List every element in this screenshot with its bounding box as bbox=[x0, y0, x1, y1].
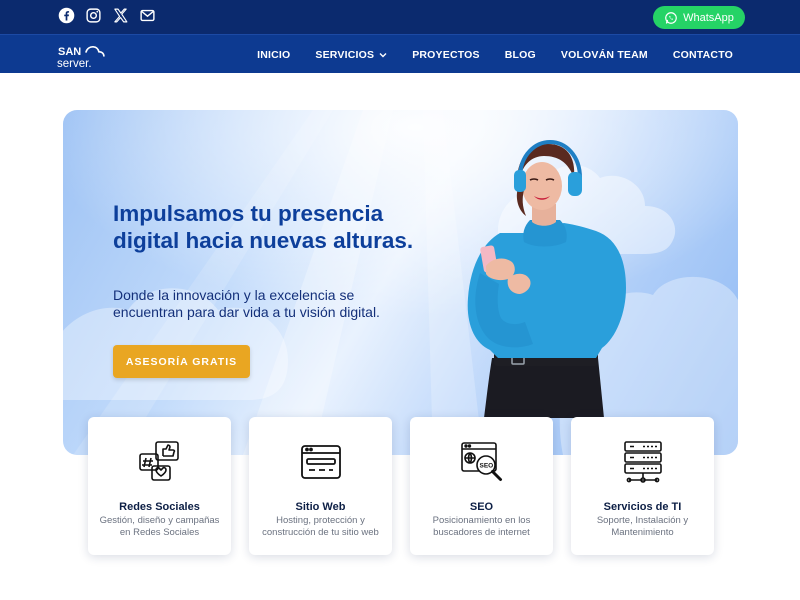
service-title: Servicios de TI bbox=[603, 501, 682, 513]
hero-subtitle: Donde la innovación y la excelencia se e… bbox=[113, 287, 380, 320]
service-title: SEO bbox=[469, 501, 494, 513]
main-nav: INICIO SERVICIOS PROYECTOS BLOG VOLOVÁN … bbox=[257, 35, 733, 74]
svg-text:SAN: SAN bbox=[58, 46, 81, 58]
san-server-logo[interactable]: SAN server. bbox=[57, 41, 111, 69]
whatsapp-icon bbox=[665, 11, 677, 24]
nav-item-inicio[interactable]: INICIO bbox=[257, 49, 290, 61]
hero-headline: Impulsamos tu presencia digital hacia nu… bbox=[113, 201, 414, 253]
nav-item-contacto[interactable]: CONTACTO bbox=[673, 49, 733, 61]
service-title: Sitio Web bbox=[295, 501, 346, 513]
website-icon bbox=[301, 445, 341, 479]
nav-item-servicios[interactable]: SERVICIOS bbox=[315, 49, 387, 61]
service-card-website[interactable]: Sitio Web Hosting, protección y construc… bbox=[249, 417, 392, 555]
nav-item-volovan-team[interactable]: VOLOVÁN TEAM bbox=[561, 49, 648, 61]
service-description: Posicionamiento en los buscadores de int… bbox=[432, 515, 531, 538]
chevron-down-icon bbox=[379, 52, 387, 57]
social-links bbox=[58, 7, 156, 24]
nav-item-proyectos[interactable]: PROYECTOS bbox=[412, 49, 480, 61]
service-description: Gestión, diseño y campañas en Redes Soci… bbox=[99, 515, 220, 538]
seo-icon: SEO bbox=[461, 442, 502, 481]
social-media-icon bbox=[139, 441, 179, 481]
hero-woman-photo bbox=[467, 139, 626, 418]
main-navbar: SAN server. INICIO SERVICIOS PROYECTOS B… bbox=[0, 34, 800, 73]
nav-item-servicios-label: SERVICIOS bbox=[315, 48, 375, 61]
nav-item-blog[interactable]: BLOG bbox=[505, 49, 536, 61]
facebook-icon[interactable] bbox=[58, 7, 75, 24]
service-card-seo[interactable]: SEO SEO Posicionamiento en los buscadore… bbox=[410, 417, 553, 555]
service-card-it[interactable]: Servicios de TI Soporte, Instalación y M… bbox=[571, 417, 714, 555]
svg-text:SEO: SEO bbox=[480, 463, 494, 470]
whatsapp-button[interactable]: WhatsApp bbox=[653, 6, 745, 29]
service-card-social[interactable]: Redes Sociales Gestión, diseño y campaña… bbox=[88, 417, 231, 555]
instagram-icon[interactable] bbox=[85, 7, 102, 24]
top-bar: WhatsApp bbox=[0, 0, 800, 34]
service-description: Soporte, Instalación y Mantenimiento bbox=[596, 515, 689, 538]
x-icon[interactable] bbox=[112, 7, 129, 24]
free-consultation-button[interactable]: ASESORÍA GRATIS bbox=[113, 345, 250, 378]
service-description: Hosting, protección y construcción de tu… bbox=[262, 515, 379, 538]
mail-icon[interactable] bbox=[139, 7, 156, 24]
server-icon bbox=[624, 441, 662, 483]
service-title: Redes Sociales bbox=[119, 501, 200, 513]
whatsapp-label: WhatsApp bbox=[683, 11, 734, 24]
svg-text:server.: server. bbox=[57, 58, 92, 69]
